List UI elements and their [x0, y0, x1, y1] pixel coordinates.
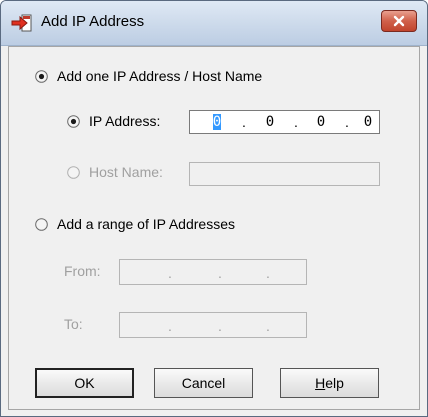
add-ip-arrow-icon — [11, 14, 32, 32]
to-label: To: — [64, 316, 83, 332]
help-mnemonic: H — [315, 375, 326, 391]
ip-dot: . — [266, 265, 270, 281]
ip-dot: . — [294, 114, 298, 130]
title-bar[interactable]: Add IP Address — [1, 1, 427, 46]
window-title: Add IP Address — [41, 13, 145, 30]
ip-dot: . — [168, 265, 172, 281]
ip-dot: . — [345, 114, 349, 130]
close-button[interactable] — [381, 10, 417, 32]
ok-button[interactable]: OK — [35, 368, 134, 398]
ip-octet-3[interactable]: 0 — [313, 114, 329, 130]
host-name-label[interactable]: Host Name: — [89, 164, 163, 180]
from-label: From: — [64, 263, 101, 279]
cancel-button-label: Cancel — [181, 375, 226, 391]
ip-octet-1[interactable]: 0 — [209, 114, 225, 130]
help-button-label: Help — [315, 375, 344, 391]
cancel-button[interactable]: Cancel — [154, 368, 253, 398]
ip-dot: . — [242, 114, 246, 130]
from-ip-field[interactable]: . . . — [119, 259, 307, 285]
ip-dot: . — [168, 318, 172, 334]
ip-address-label[interactable]: IP Address: — [89, 113, 160, 129]
ok-button-label: OK — [74, 375, 95, 391]
dialog-body: Add one IP Address / Host Name IP Addres… — [8, 46, 420, 410]
radio-host-name[interactable] — [67, 166, 80, 179]
ip-octet-4[interactable]: 0 — [360, 114, 376, 130]
to-ip-field[interactable]: . . . — [119, 312, 307, 338]
host-name-field[interactable] — [189, 162, 380, 186]
help-button[interactable]: Help — [280, 368, 379, 398]
radio-range-label[interactable]: Add a range of IP Addresses — [57, 216, 235, 232]
close-icon — [393, 15, 405, 27]
ip-dot: . — [218, 318, 222, 334]
help-label-rest: elp — [325, 375, 344, 391]
ip-dot: . — [266, 318, 270, 334]
radio-ip-address[interactable] — [67, 115, 80, 128]
ip-dot: . — [218, 265, 222, 281]
ip-address-field[interactable]: 0 . 0 . 0 . 0 — [189, 110, 380, 134]
radio-single-label[interactable]: Add one IP Address / Host Name — [57, 68, 262, 84]
radio-range[interactable] — [35, 218, 48, 231]
radio-single[interactable] — [35, 70, 48, 83]
add-ip-address-dialog: Add IP Address Add one IP Address / Host… — [0, 0, 428, 417]
ip-octet-2[interactable]: 0 — [262, 114, 278, 130]
